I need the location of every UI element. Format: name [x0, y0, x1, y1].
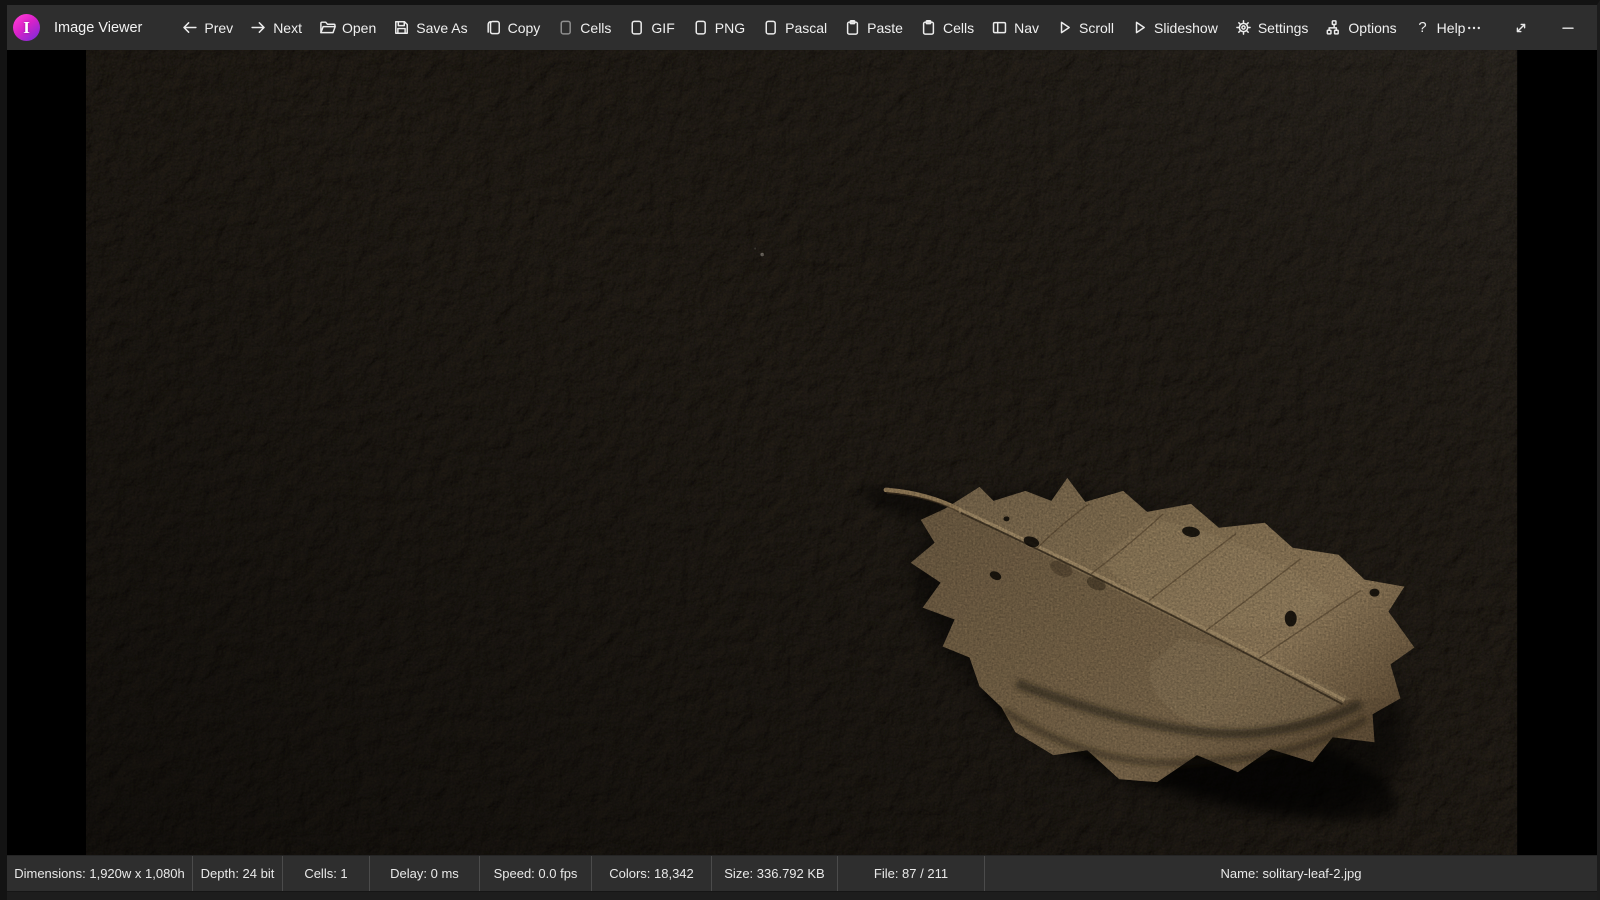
app-logo-icon: I	[13, 14, 40, 41]
statusbar-cell-colors: Colors: 18,342	[592, 856, 712, 891]
toolbar-button-settings[interactable]: Settings	[1234, 16, 1310, 39]
statusbar-cell-cells: Cells: 1	[283, 856, 370, 891]
more-button[interactable]	[1466, 20, 1482, 36]
statusbar-cell-name: Name: solitary-leaf-2.jpg	[985, 856, 1597, 891]
toolbar-button-label: Copy	[508, 20, 541, 36]
statusbar-cell-dimensions: Dimensions: 1,920w x 1,080h	[7, 856, 193, 891]
toolbar-button-label: Help	[1437, 20, 1466, 36]
page-icon	[762, 19, 779, 36]
logo-letter: I	[23, 18, 30, 38]
toolbar-button-open[interactable]: Open	[318, 16, 377, 39]
folder-icon	[319, 19, 336, 36]
toolbar-button-label: Cells	[943, 20, 974, 36]
app-window: I Image Viewer Prev Next Open Save As Co…	[0, 0, 1600, 900]
photo-solitary-leaf	[86, 50, 1517, 855]
fullscreen-button[interactable]	[1513, 20, 1529, 36]
statusbar-cell-file: File: 87 / 211	[838, 856, 985, 891]
toolbar-button-png[interactable]: PNG	[691, 16, 746, 39]
arrow-left-icon	[181, 19, 198, 36]
toolbar-button-slideshow[interactable]: Slideshow	[1130, 16, 1219, 39]
statusbar: Dimensions: 1,920w x 1,080h Depth: 24 bi…	[7, 855, 1597, 891]
toolbar-button-cells-2[interactable]: Cells	[919, 16, 975, 39]
toolbar-button-cells[interactable]: Cells	[556, 16, 612, 39]
toolbar-button-scroll[interactable]: Scroll	[1055, 16, 1115, 39]
page-icon	[692, 19, 709, 36]
toolbar-button-next[interactable]: Next	[249, 16, 303, 39]
toolbar-button-prev[interactable]: Prev	[180, 16, 234, 39]
toolbar-button-label: GIF	[651, 20, 674, 36]
minimize-button[interactable]	[1560, 20, 1576, 36]
play-icon	[1056, 19, 1073, 36]
page-icon	[557, 19, 574, 36]
toolbar-button-label: Scroll	[1079, 20, 1114, 36]
statusbar-cell-depth: Depth: 24 bit	[193, 856, 283, 891]
window-bottom-edge	[7, 891, 1597, 900]
toolbar-buttons: Prev Next Open Save As Copy Cells GIF PN…	[180, 16, 1466, 39]
question-icon: ?	[1414, 19, 1431, 36]
toolbar-button-label: Pascal	[785, 20, 827, 36]
toolbar-button-help[interactable]: ? Help	[1413, 16, 1467, 39]
toolbar-button-label: Paste	[867, 20, 903, 36]
toolbar-button-label: Cells	[580, 20, 611, 36]
gear-icon	[1235, 19, 1252, 36]
minimize-icon	[1560, 20, 1576, 36]
toolbar-button-label: Settings	[1258, 20, 1309, 36]
clipboard-icon	[844, 19, 861, 36]
svg-text:?: ?	[1418, 20, 1426, 36]
statusbar-cell-size: Size: 336.792 KB	[712, 856, 838, 891]
arrow-right-icon	[250, 19, 267, 36]
copy-icon	[485, 19, 502, 36]
toolbar-button-label: Nav	[1014, 20, 1039, 36]
toolbar-button-pascal[interactable]: Pascal	[761, 16, 828, 39]
toolbar-button-copy[interactable]: Copy	[484, 16, 542, 39]
toolbar: I Image Viewer Prev Next Open Save As Co…	[7, 5, 1597, 50]
image-canvas	[7, 50, 1597, 855]
nodes-icon	[1325, 19, 1342, 36]
toolbar-button-save-as[interactable]: Save As	[392, 16, 468, 39]
statusbar-cell-delay: Delay: 0 ms	[370, 856, 480, 891]
page-icon	[628, 19, 645, 36]
toolbar-button-label: Save As	[416, 20, 467, 36]
toolbar-button-paste[interactable]: Paste	[843, 16, 904, 39]
ellipsis-icon	[1466, 20, 1482, 36]
toolbar-button-label: PNG	[715, 20, 745, 36]
app-title: Image Viewer	[54, 20, 142, 36]
toolbar-button-label: Options	[1348, 20, 1396, 36]
toolbar-button-gif[interactable]: GIF	[627, 16, 675, 39]
expand-icon	[1513, 20, 1529, 36]
statusbar-cell-speed: Speed: 0.0 fps	[480, 856, 592, 891]
clipboard-icon	[920, 19, 937, 36]
toolbar-button-options[interactable]: Options	[1324, 16, 1397, 39]
toolbar-button-label: Next	[273, 20, 302, 36]
toolbar-button-nav[interactable]: Nav	[990, 16, 1040, 39]
photo-grain-overlay	[86, 50, 1517, 855]
sidebar-icon	[991, 19, 1008, 36]
toolbar-button-label: Open	[342, 20, 376, 36]
toolbar-button-label: Slideshow	[1154, 20, 1218, 36]
window-controls	[1466, 20, 1600, 36]
toolbar-button-label: Prev	[204, 20, 233, 36]
play-icon	[1131, 19, 1148, 36]
floppy-icon	[393, 19, 410, 36]
